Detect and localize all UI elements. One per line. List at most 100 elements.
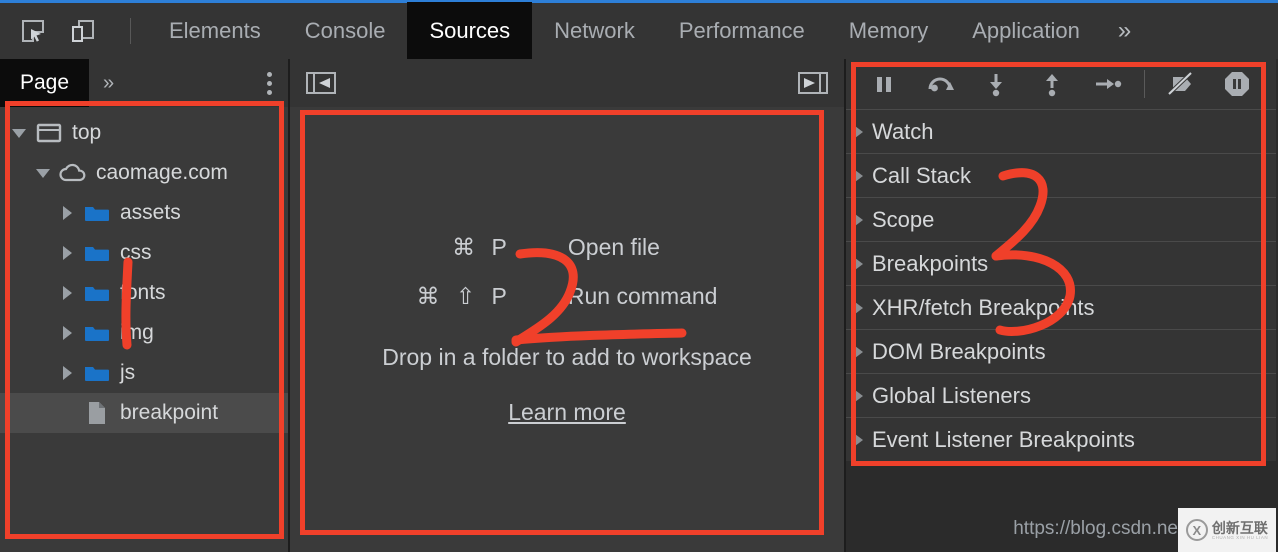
tree-item-img[interactable]: img (0, 313, 288, 353)
debugger-toolbar-divider (1144, 70, 1145, 98)
pause-script-execution-icon[interactable] (858, 64, 910, 104)
more-tabs-chevron-icon[interactable]: » (1102, 2, 1147, 61)
debugger-section-dom-breakpoints[interactable]: DOM Breakpoints (846, 329, 1276, 373)
file-icon (80, 400, 114, 426)
kebab-menu-icon[interactable] (251, 72, 288, 95)
folder-icon (80, 322, 114, 344)
twisty-right-icon[interactable] (54, 206, 80, 220)
chevron-right-icon[interactable] (846, 302, 872, 314)
debugger-section-xhr-fetch-breakpoints[interactable]: XHR/fetch Breakpoints (846, 285, 1276, 329)
folder-icon (80, 242, 114, 264)
toolbar-divider (130, 18, 131, 44)
twisty-right-icon[interactable] (54, 286, 80, 300)
cloud-icon (56, 162, 90, 184)
tab-network[interactable]: Network (532, 2, 657, 61)
folder-icon (80, 282, 114, 304)
kebab-dot (267, 81, 272, 86)
step-out-of-current-function-icon[interactable] (1026, 64, 1078, 104)
devtools-tab-bar: Elements Console Sources Network Perform… (0, 0, 1278, 59)
debugger-section-breakpoints[interactable]: Breakpoints (846, 241, 1276, 285)
twisty-down-icon[interactable] (30, 169, 56, 178)
debugger-section-event-listener-breakpoints[interactable]: Event Listener Breakpoints (846, 417, 1276, 461)
debugger-section-label: Scope (872, 207, 934, 233)
device-toolbar-icon[interactable] (66, 14, 100, 48)
twisty-right-icon[interactable] (54, 366, 80, 380)
tree-item-breakpoint[interactable]: breakpoint (0, 393, 288, 433)
debugger-section-label: Event Listener Breakpoints (872, 427, 1135, 453)
inspect-element-icon[interactable] (16, 14, 50, 48)
chevron-right-icon[interactable] (846, 170, 872, 182)
shortcut-keys-open-file: ⌘ P (417, 234, 512, 261)
frame-icon (32, 122, 66, 144)
tree-item-label: img (114, 321, 154, 345)
twisty-right-icon[interactable] (54, 246, 80, 260)
chevron-right-icon[interactable] (846, 214, 872, 226)
devtools-window: Elements Console Sources Network Perform… (0, 0, 1278, 552)
shortcut-desc-open-file: Open file (568, 234, 718, 261)
tab-memory[interactable]: Memory (827, 2, 950, 61)
folder-icon (80, 362, 114, 384)
debugger-panel: Watch Call Stack Scope Breakpoints XHR/f… (846, 59, 1276, 552)
tree-item-fonts[interactable]: fonts (0, 273, 288, 313)
tree-item-top[interactable]: top (0, 113, 288, 153)
debugger-section-label: XHR/fetch Breakpoints (872, 295, 1095, 321)
navigator-header: Page » (0, 59, 288, 107)
tree-item-caomage-com[interactable]: caomage.com (0, 153, 288, 193)
chevron-right-icon[interactable] (846, 390, 872, 402)
toolbar-icon-group (0, 14, 137, 48)
tab-application[interactable]: Application (950, 2, 1102, 61)
tab-elements[interactable]: Elements (147, 2, 283, 61)
twisty-right-icon[interactable] (54, 326, 80, 340)
kebab-dot (267, 90, 272, 95)
debugger-section-label: DOM Breakpoints (872, 339, 1046, 365)
folder-icon (80, 202, 114, 224)
debugger-section-label: Call Stack (872, 163, 971, 189)
chevron-right-icon[interactable] (846, 346, 872, 358)
panel-tabs: Elements Console Sources Network Perform… (147, 2, 1147, 61)
navigator-more-chevron-icon[interactable]: » (89, 72, 128, 95)
shortcut-desc-run-command: Run command (568, 283, 718, 310)
tree-item-label: caomage.com (90, 161, 228, 185)
debugger-section-label: Global Listeners (872, 383, 1031, 409)
shortcut-list: ⌘ P Open file ⌘ ⇧ P Run command (417, 234, 718, 310)
debugger-section-global-listeners[interactable]: Global Listeners (846, 373, 1276, 417)
tab-sources[interactable]: Sources (407, 2, 532, 61)
tree-item-assets[interactable]: assets (0, 193, 288, 233)
tree-item-label: js (114, 361, 135, 385)
tree-item-js[interactable]: js (0, 353, 288, 393)
chevron-right-icon[interactable] (846, 434, 872, 446)
editor-empty-state: ⌘ P Open file ⌘ ⇧ P Run command Drop in … (290, 107, 844, 552)
watermark-url: https://blog.csdn.ne (1013, 518, 1178, 540)
debugger-section-watch[interactable]: Watch (846, 109, 1276, 153)
twisty-down-icon[interactable] (6, 129, 32, 138)
learn-more-link[interactable]: Learn more (508, 399, 626, 426)
tree-item-label: fonts (114, 281, 166, 305)
pause-on-exceptions-icon[interactable] (1211, 64, 1263, 104)
tab-performance[interactable]: Performance (657, 2, 827, 61)
debugger-section-scope[interactable]: Scope (846, 197, 1276, 241)
chevron-right-icon[interactable] (846, 258, 872, 270)
show-debugger-icon[interactable] (796, 66, 830, 100)
step-over-next-function-call-icon[interactable] (914, 64, 966, 104)
tree-item-label: css (114, 241, 152, 265)
site-logo-badge: X 创新互联 CHUANG XIN HU LIAN (1178, 508, 1276, 552)
chevron-right-icon[interactable] (846, 126, 872, 138)
show-navigator-icon[interactable] (304, 66, 338, 100)
step-icon[interactable] (1082, 64, 1134, 104)
tab-console[interactable]: Console (283, 2, 408, 61)
badge-text: 创新互联 (1212, 521, 1268, 535)
debugger-sections: Watch Call Stack Scope Breakpoints XHR/f… (846, 109, 1276, 461)
devtools-body: Page » top (0, 59, 1278, 552)
tree-item-css[interactable]: css (0, 233, 288, 273)
drop-folder-hint: Drop in a folder to add to workspace (382, 344, 751, 371)
file-tree: top caomage.com assets (0, 107, 288, 433)
tree-item-label: top (66, 121, 101, 145)
debugger-section-label: Breakpoints (872, 251, 988, 277)
navigator-tab-page[interactable]: Page (0, 59, 89, 107)
badge-subtext: CHUANG XIN HU LIAN (1212, 535, 1268, 540)
tree-item-label: breakpoint (114, 401, 218, 425)
deactivate-breakpoints-icon[interactable] (1155, 64, 1207, 104)
step-into-next-function-call-icon[interactable] (970, 64, 1022, 104)
debugger-section-label: Watch (872, 119, 934, 145)
debugger-section-call-stack[interactable]: Call Stack (846, 153, 1276, 197)
